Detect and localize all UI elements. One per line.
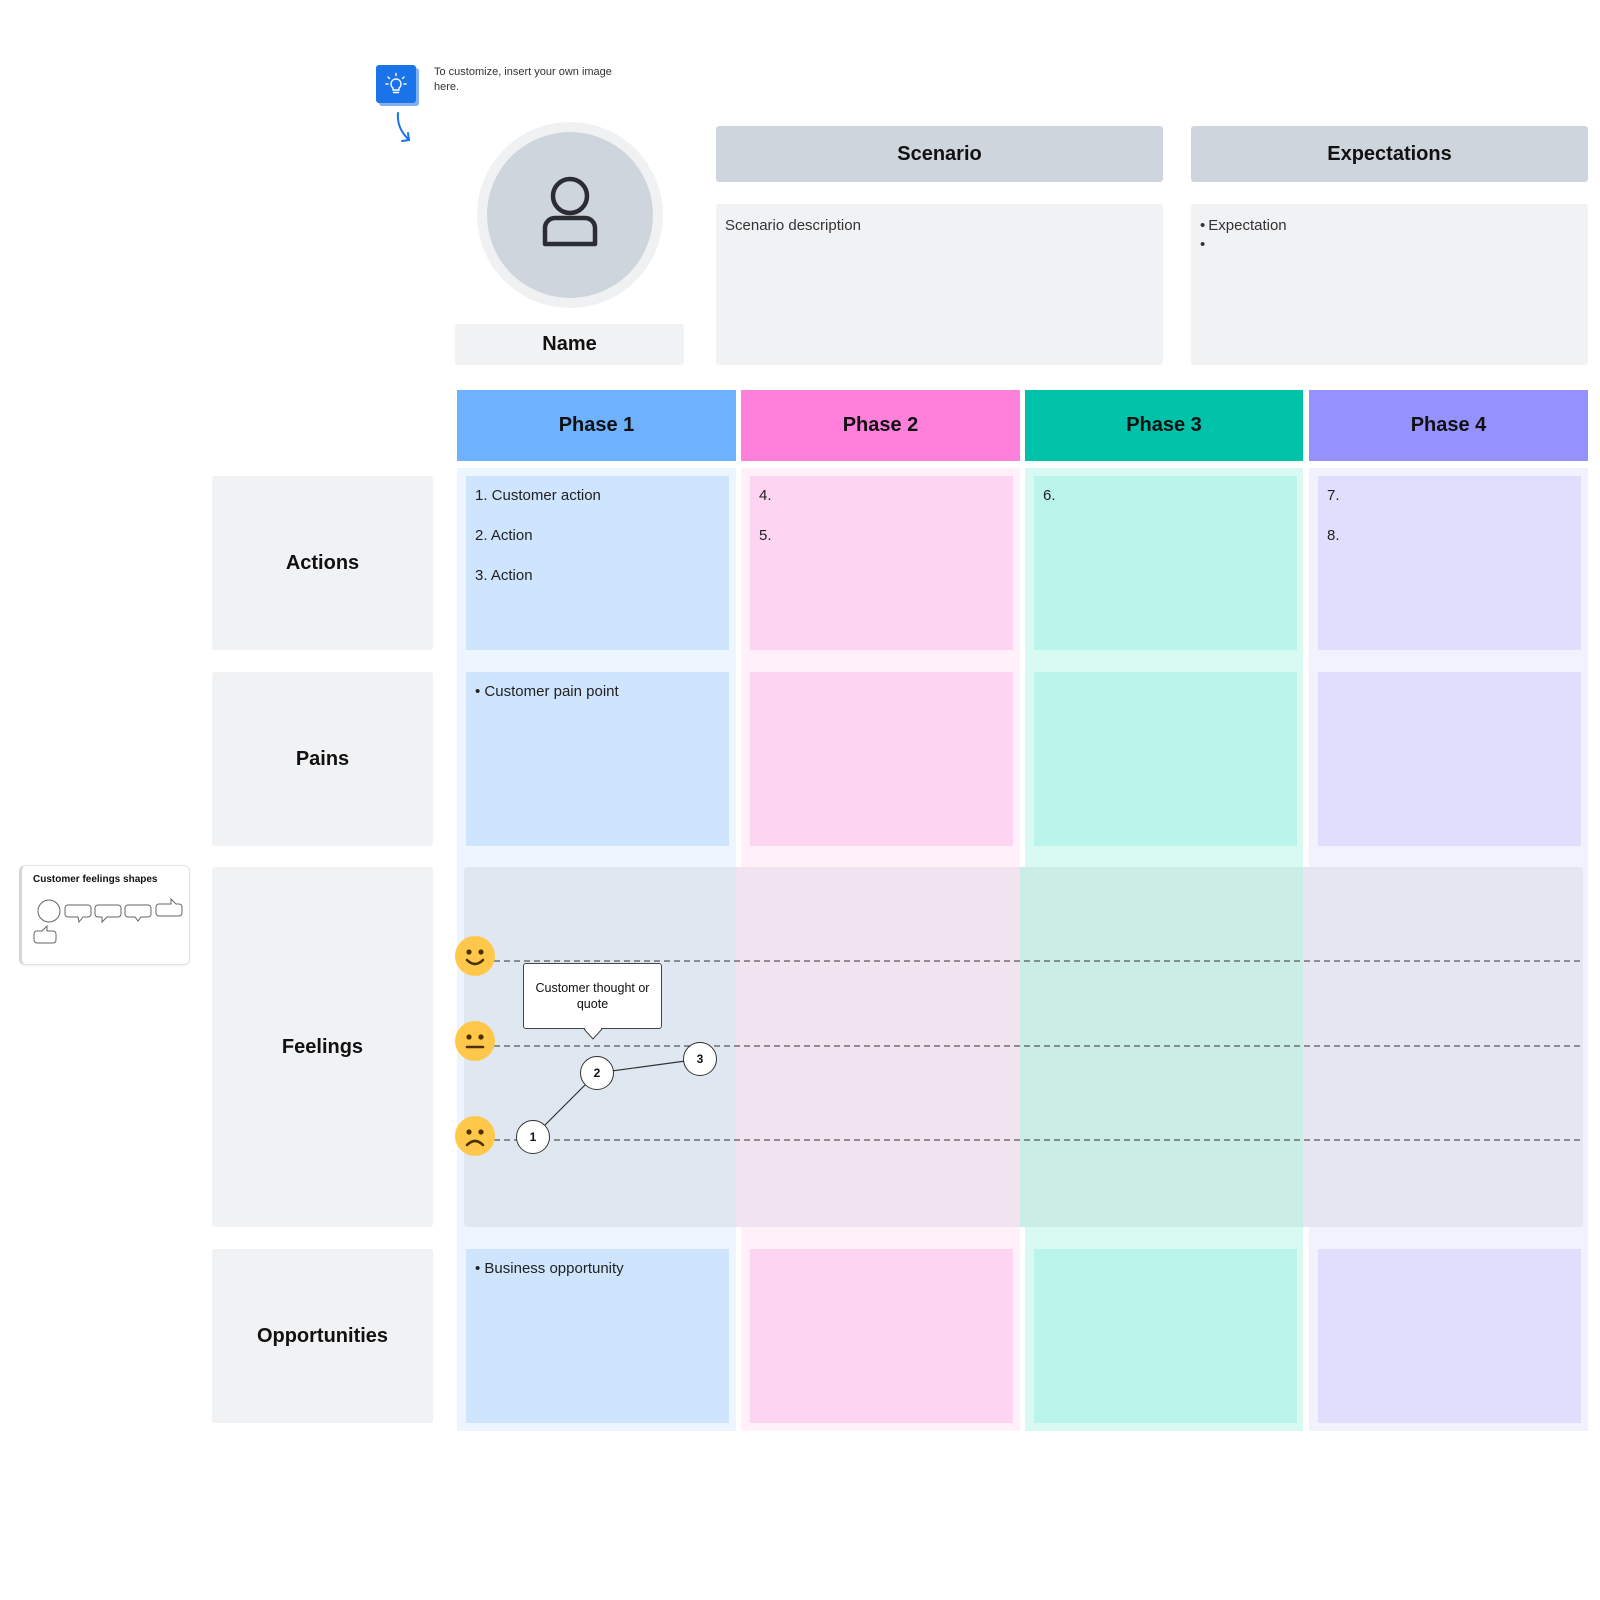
feeling-point-1[interactable]: 1 [516,1120,550,1154]
happy-face-icon [455,936,495,976]
opportunities-cell-phase-2[interactable] [750,1249,1013,1423]
circle-shape-icon[interactable] [37,899,61,923]
feeling-point-2[interactable]: 2 [580,1056,614,1090]
neutral-face-icon [455,1021,495,1061]
opportunities-cell-phase-3[interactable] [1034,1249,1297,1423]
thumbs-up-icon[interactable] [155,897,183,917]
feeling-point-3[interactable]: 3 [683,1042,717,1076]
opportunity-item: • Business opportunity [475,1260,624,1277]
opportunities-cell-phase-1[interactable]: • Business opportunity [466,1249,729,1423]
customer-quote-bubble[interactable]: Customer thought or quote [523,963,662,1029]
opportunities-cell-phase-4[interactable] [1318,1249,1581,1423]
sad-face-icon [455,1116,495,1156]
customer-feelings-shapes-panel: Customer feelings shapes [19,865,190,965]
speech-bubble-icon[interactable] [94,904,122,924]
shapes-panel-title: Customer feelings shapes [33,874,158,885]
speech-bubble-icon[interactable] [64,904,92,924]
thumbs-up-icon[interactable] [33,924,57,944]
quote-bubble-tail [583,1028,603,1040]
speech-bubble-icon[interactable] [124,904,152,922]
